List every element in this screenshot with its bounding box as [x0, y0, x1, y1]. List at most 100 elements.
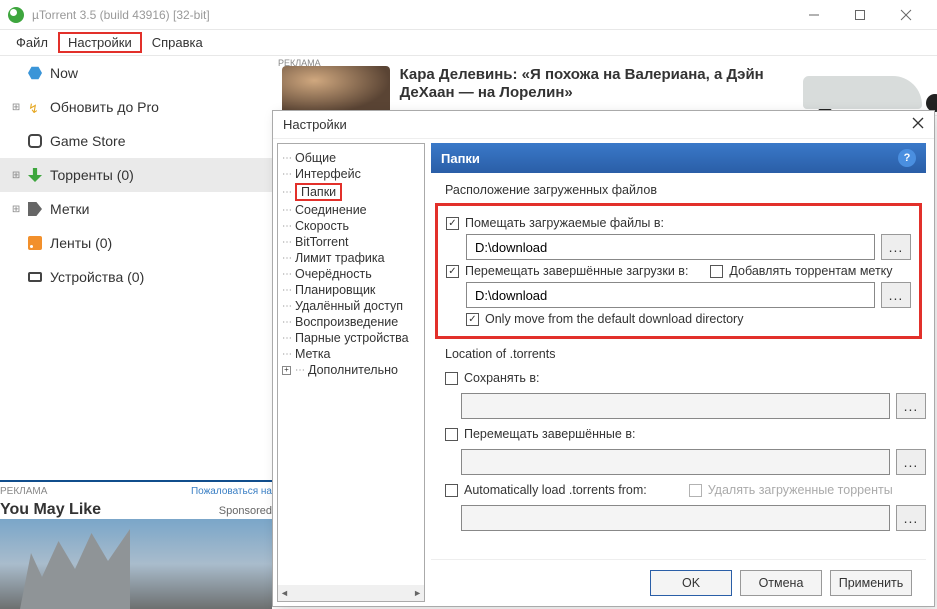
tree-item-folders[interactable]: ⋯Папки	[282, 182, 420, 202]
ad-complain-link[interactable]: Пожаловаться на	[191, 486, 272, 497]
tag-icon	[28, 202, 42, 216]
gamepad-icon	[28, 134, 42, 148]
expand-icon[interactable]: ⊞	[12, 170, 20, 181]
ad-person-image	[282, 66, 390, 114]
tree-item-scheduler[interactable]: ⋯Планировщик	[282, 282, 420, 298]
maximize-button[interactable]	[837, 0, 883, 30]
tree-item-remote[interactable]: ⋯Удалённый доступ	[282, 298, 420, 314]
settings-dialog: Настройки ⋯Общие ⋯Интерфейс ⋯Папки ⋯Соед…	[272, 110, 935, 607]
sidebar-item-devices[interactable]: Устройства (0)	[0, 260, 272, 294]
label-move-done-t: Перемещать завершённые в:	[464, 427, 635, 441]
menu-bar: Файл Настройки Справка	[0, 30, 937, 56]
close-button[interactable]	[883, 0, 929, 30]
tree-item-queue[interactable]: ⋯Очерёдность	[282, 266, 420, 282]
tree-item-connection[interactable]: ⋯Соединение	[282, 202, 420, 218]
rss-icon	[28, 236, 42, 250]
sidebar-item-torrents[interactable]: ⊞ Торренты (0)	[0, 158, 272, 192]
checkbox-only-move[interactable]	[466, 313, 479, 326]
menu-help[interactable]: Справка	[142, 32, 213, 53]
ok-button[interactable]: OK	[650, 570, 732, 596]
ad-label: РЕКЛАМА	[0, 486, 47, 497]
cancel-button[interactable]: Отмена	[740, 570, 822, 596]
checkbox-move-done-t[interactable]	[445, 428, 458, 441]
plus-icon[interactable]: +	[282, 366, 291, 375]
settings-tree: ⋯Общие ⋯Интерфейс ⋯Папки ⋯Соединение ⋯Ск…	[277, 143, 425, 602]
tree-item-paired[interactable]: ⋯Парные устройства	[282, 330, 420, 346]
sidebar-ad: РЕКЛАМА Пожаловаться на You May Like Spo…	[0, 480, 272, 609]
download-icon	[28, 168, 42, 182]
yml-sponsored: Sponsored	[219, 505, 272, 517]
browse-button[interactable]: ...	[881, 234, 911, 260]
checkbox-delete-loaded	[689, 484, 702, 497]
utorrent-logo-icon	[8, 7, 24, 23]
dialog-titlebar: Настройки	[273, 111, 934, 139]
tree-item-playback[interactable]: ⋯Воспроизведение	[282, 314, 420, 330]
highlighted-settings: Помещать загружаемые файлы в: ... Переме…	[435, 203, 922, 339]
apply-button[interactable]: Применить	[830, 570, 912, 596]
ad-label: РЕКЛАМА	[272, 56, 327, 70]
checkbox-move-done[interactable]	[446, 265, 459, 278]
sidebar-item-label: Ленты (0)	[50, 235, 112, 251]
menu-settings[interactable]: Настройки	[58, 32, 142, 53]
checkbox-put-new[interactable]	[446, 217, 459, 230]
checkbox-add-label[interactable]	[710, 265, 723, 278]
section-torrents-location: Location of .torrents	[445, 347, 926, 361]
sidebar-item-labels[interactable]: ⊞ Метки	[0, 192, 272, 226]
window-titlebar: µTorrent 3.5 (build 43916) [32-bit]	[0, 0, 937, 30]
sidebar-item-label: Торренты (0)	[50, 167, 134, 183]
input-autoload-path	[461, 505, 890, 531]
label-put-new: Помещать загружаемые файлы в:	[465, 216, 664, 230]
tree-item-label[interactable]: ⋯Метка	[282, 346, 420, 362]
menu-file[interactable]: Файл	[6, 32, 58, 53]
top-ad[interactable]: Кара Делевинь: «Я похожа на Валериана, а…	[272, 56, 937, 116]
label-delete-loaded: Удалять загруженные торренты	[708, 483, 893, 497]
browse-button[interactable]: ...	[896, 393, 926, 419]
sidebar-item-upgrade[interactable]: ⊞ Обновить до Pro	[0, 90, 272, 124]
sidebar: Now ⊞ Обновить до Pro Game Store ⊞ Торре…	[0, 56, 272, 609]
ad-headline: Кара Делевинь: «Я похожа на Валериана, а…	[400, 66, 788, 105]
checkbox-store[interactable]	[445, 372, 458, 385]
sidebar-item-label: Now	[50, 65, 78, 81]
minimize-button[interactable]	[791, 0, 837, 30]
sidebar-item-feeds[interactable]: Ленты (0)	[0, 226, 272, 260]
input-put-new-path[interactable]	[466, 234, 875, 260]
tree-item-speed[interactable]: ⋯Скорость	[282, 218, 420, 234]
device-icon	[28, 272, 42, 282]
input-move-done-path[interactable]	[466, 282, 875, 308]
expand-icon[interactable]: ⊞	[12, 102, 20, 113]
label-move-done: Перемещать завершённые загрузки в:	[465, 264, 688, 278]
browse-button[interactable]: ...	[896, 505, 926, 531]
ad-image[interactable]	[0, 519, 272, 609]
input-store-path	[461, 393, 890, 419]
horizontal-scrollbar[interactable]: ◄►	[278, 585, 424, 601]
label-autoload: Automatically load .torrents from:	[464, 483, 647, 497]
tree-item-advanced[interactable]: +⋯Дополнительно	[282, 362, 420, 378]
dialog-close-button[interactable]	[912, 117, 924, 132]
browse-button[interactable]: ...	[881, 282, 911, 308]
sidebar-item-label: Метки	[50, 201, 90, 217]
tree-item-general[interactable]: ⋯Общие	[282, 150, 420, 166]
now-icon	[28, 66, 42, 80]
yml-title: You May Like	[0, 501, 101, 519]
tree-item-bittorrent[interactable]: ⋯BitTorrent	[282, 234, 420, 250]
bolt-icon	[28, 100, 42, 114]
help-icon[interactable]: ?	[898, 149, 916, 167]
label-only-move: Only move from the default download dire…	[485, 312, 743, 326]
input-move-done-t-path	[461, 449, 890, 475]
tree-item-interface[interactable]: ⋯Интерфейс	[282, 166, 420, 182]
expand-icon[interactable]: ⊞	[12, 204, 20, 215]
label-add-label: Добавлять торрентам метку	[729, 264, 892, 278]
dialog-title: Настройки	[283, 117, 347, 132]
checkbox-autoload[interactable]	[445, 484, 458, 497]
sidebar-item-label: Game Store	[50, 133, 125, 149]
window-title: µTorrent 3.5 (build 43916) [32-bit]	[32, 8, 210, 22]
tree-item-traffic[interactable]: ⋯Лимит трафика	[282, 250, 420, 266]
label-store: Сохранять в:	[464, 371, 540, 385]
sidebar-item-gamestore[interactable]: Game Store	[0, 124, 272, 158]
browse-button[interactable]: ...	[896, 449, 926, 475]
section-downloaded-files: Расположение загруженных файлов	[445, 183, 926, 197]
panel-header: Папки ?	[431, 143, 926, 173]
ad-car-image	[798, 66, 927, 114]
sidebar-item-label: Устройства (0)	[50, 269, 144, 285]
sidebar-item-now[interactable]: Now	[0, 56, 272, 90]
